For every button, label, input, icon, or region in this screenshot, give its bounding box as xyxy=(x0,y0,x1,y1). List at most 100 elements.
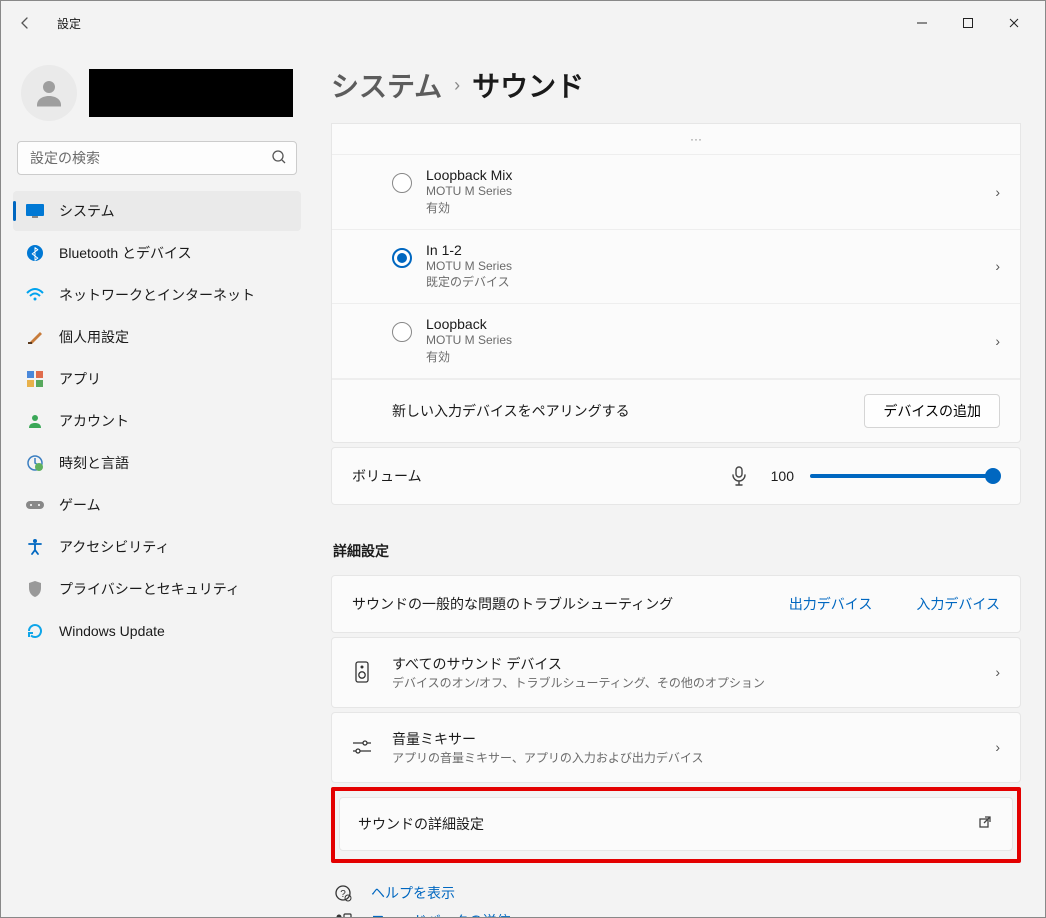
setting-subtitle: アプリの音量ミキサー、アプリの入力および出力デバイス xyxy=(392,749,977,766)
nav-label: Windows Update xyxy=(59,623,165,639)
input-devices-card: ··· Loopback Mix MOTU M Series 有効 › In 1… xyxy=(331,123,1021,443)
radio-icon[interactable] xyxy=(392,322,412,342)
device-status: 有効 xyxy=(426,349,995,366)
maximize-button[interactable] xyxy=(945,7,991,39)
device-model: MOTU M Series xyxy=(426,183,995,200)
update-icon xyxy=(25,621,45,641)
clock-globe-icon xyxy=(25,453,45,473)
help-link[interactable]: ヘルプを表示 xyxy=(371,883,455,903)
nav-system[interactable]: システム xyxy=(13,191,301,231)
help-icon: ? xyxy=(331,884,355,902)
back-button[interactable] xyxy=(9,7,41,39)
bluetooth-icon xyxy=(25,243,45,263)
microphone-icon[interactable] xyxy=(730,466,750,486)
user-icon xyxy=(31,75,67,111)
system-icon xyxy=(25,201,45,221)
nav-label: アプリ xyxy=(59,369,101,389)
troubleshoot-label: サウンドの一般的な問題のトラブルシューティング xyxy=(352,594,673,614)
slider-thumb-icon xyxy=(985,468,1001,484)
nav-label: アクセシビリティ xyxy=(59,537,169,557)
nav-windows-update[interactable]: Windows Update xyxy=(13,611,301,651)
device-model: MOTU M Series xyxy=(426,332,995,349)
setting-subtitle: デバイスのオン/オフ、トラブルシューティング、その他のオプション xyxy=(392,674,977,691)
advanced-section-title: 詳細設定 xyxy=(333,541,1021,561)
maximize-icon xyxy=(962,17,974,29)
nav-label: アカウント xyxy=(59,411,129,431)
pair-label: 新しい入力デバイスをペアリングする xyxy=(392,401,630,421)
radio-icon[interactable] xyxy=(392,173,412,193)
device-model: MOTU M Series xyxy=(426,258,995,275)
input-device-row[interactable]: Loopback Mix MOTU M Series 有効 › xyxy=(332,155,1020,230)
nav-bluetooth[interactable]: Bluetooth とデバイス xyxy=(13,233,301,273)
input-device-row[interactable]: Loopback MOTU M Series 有効 › xyxy=(332,304,1020,379)
breadcrumb-current: サウンド xyxy=(472,65,584,105)
nav-personalization[interactable]: 個人用設定 xyxy=(13,317,301,357)
volume-slider[interactable] xyxy=(810,466,1000,486)
nav-label: 時刻と言語 xyxy=(59,453,129,473)
speaker-icon xyxy=(350,661,374,683)
volume-label: ボリューム xyxy=(352,466,422,486)
device-status: 有効 xyxy=(426,200,995,217)
arrow-left-icon xyxy=(17,15,33,31)
setting-title: 音量ミキサー xyxy=(392,729,977,749)
nav-accounts[interactable]: アカウント xyxy=(13,401,301,441)
feedback-link[interactable]: フィードバックの送信 xyxy=(371,911,511,917)
nav-privacy[interactable]: プライバシーとセキュリティ xyxy=(13,569,301,609)
truncated-top: ··· xyxy=(332,124,1020,155)
nav-label: プライバシーとセキュリティ xyxy=(59,579,240,599)
nav-label: Bluetooth とデバイス xyxy=(59,243,192,263)
accessibility-icon xyxy=(25,537,45,557)
nav-time-language[interactable]: 時刻と言語 xyxy=(13,443,301,483)
advanced-sound-settings-row[interactable]: サウンドの詳細設定 xyxy=(339,797,1013,851)
search-input[interactable] xyxy=(17,141,297,175)
shield-icon xyxy=(25,579,45,599)
output-devices-link[interactable]: 出力デバイス xyxy=(789,594,873,614)
volume-value: 100 xyxy=(766,468,794,484)
device-name: Loopback Mix xyxy=(426,167,995,183)
minimize-icon xyxy=(916,17,928,29)
apps-icon xyxy=(25,369,45,389)
feedback-icon xyxy=(331,913,355,917)
account-icon xyxy=(25,411,45,431)
mixer-icon xyxy=(350,739,374,755)
chevron-right-icon: › xyxy=(995,333,1000,349)
breadcrumb-parent[interactable]: システム xyxy=(331,65,442,105)
nav-label: 個人用設定 xyxy=(59,327,129,347)
nav-label: ゲーム xyxy=(59,495,101,515)
chevron-right-icon: › xyxy=(454,75,460,96)
volume-card: ボリューム 100 xyxy=(331,447,1021,505)
window-title: 設定 xyxy=(57,15,81,32)
radio-icon[interactable] xyxy=(392,248,412,268)
input-devices-link[interactable]: 入力デバイス xyxy=(916,594,1000,614)
input-device-row[interactable]: In 1-2 MOTU M Series 既定のデバイス › xyxy=(332,230,1020,305)
all-sound-devices-row[interactable]: すべてのサウンド デバイス デバイスのオン/オフ、トラブルシューティング、その他… xyxy=(331,637,1021,708)
chevron-right-icon: › xyxy=(995,739,1000,755)
paintbrush-icon xyxy=(25,327,45,347)
avatar[interactable] xyxy=(21,65,77,121)
nav-gaming[interactable]: ゲーム xyxy=(13,485,301,525)
chevron-right-icon: › xyxy=(995,258,1000,274)
nav-label: システム xyxy=(59,201,115,221)
nav-apps[interactable]: アプリ xyxy=(13,359,301,399)
breadcrumb: システム › サウンド xyxy=(331,65,1021,105)
nav-accessibility[interactable]: アクセシビリティ xyxy=(13,527,301,567)
minimize-button[interactable] xyxy=(899,7,945,39)
device-name: In 1-2 xyxy=(426,242,995,258)
gamepad-icon xyxy=(25,495,45,515)
device-status: 既定のデバイス xyxy=(426,274,995,291)
highlight-box: サウンドの詳細設定 xyxy=(331,787,1021,863)
close-icon xyxy=(1008,17,1020,29)
wifi-icon xyxy=(25,285,45,305)
chevron-right-icon: › xyxy=(995,664,1000,680)
volume-mixer-row[interactable]: 音量ミキサー アプリの音量ミキサー、アプリの入力および出力デバイス › xyxy=(331,712,1021,783)
chevron-right-icon: › xyxy=(995,184,1000,200)
external-link-icon xyxy=(978,815,992,832)
setting-title: すべてのサウンド デバイス xyxy=(392,654,977,674)
setting-title: サウンドの詳細設定 xyxy=(358,814,960,834)
device-name: Loopback xyxy=(426,316,995,332)
troubleshoot-card: サウンドの一般的な問題のトラブルシューティング 出力デバイス 入力デバイス xyxy=(331,575,1021,633)
add-device-button[interactable]: デバイスの追加 xyxy=(864,394,1000,428)
nav-label: ネットワークとインターネット xyxy=(59,285,255,305)
nav-network[interactable]: ネットワークとインターネット xyxy=(13,275,301,315)
close-button[interactable] xyxy=(991,7,1037,39)
